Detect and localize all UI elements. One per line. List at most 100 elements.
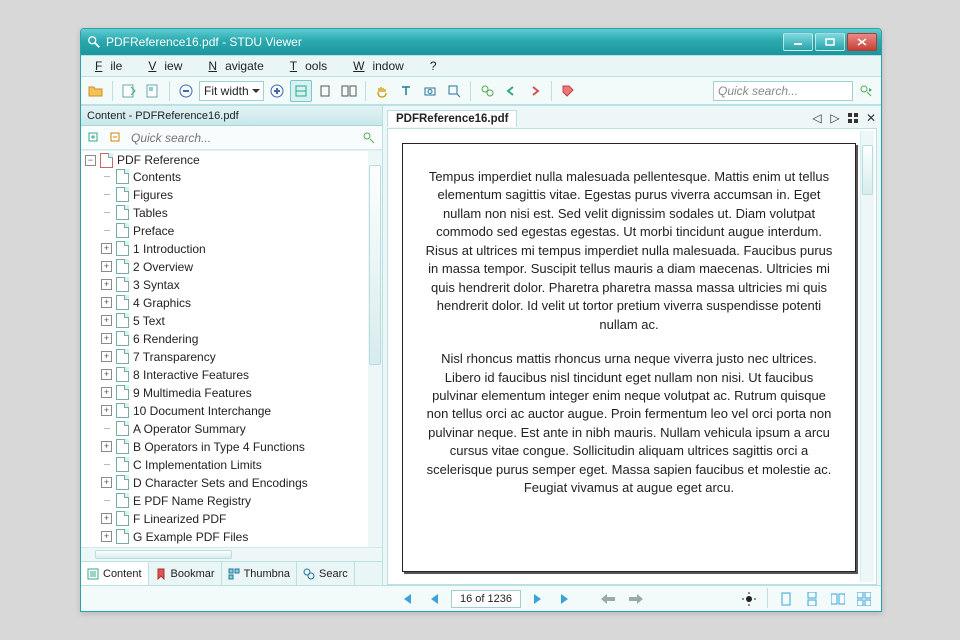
tree-item-label[interactable]: Contents: [133, 170, 181, 184]
facing-view-button[interactable]: [827, 588, 849, 610]
tree-item-label[interactable]: 8 Interactive Features: [133, 368, 249, 382]
collapse-all-button[interactable]: [107, 129, 125, 147]
expand-all-button[interactable]: [85, 129, 103, 147]
close-tab-icon[interactable]: ✕: [865, 112, 877, 124]
nav-fwd-button[interactable]: [625, 588, 647, 610]
tree-item-label[interactable]: A Operator Summary: [133, 422, 246, 436]
content-tree[interactable]: − PDF Reference Contents Figures Tables Pref…: [81, 150, 382, 547]
menu-file[interactable]: File: [87, 57, 138, 75]
tree-item[interactable]: +6 Rendering: [101, 330, 382, 348]
fit-width-button[interactable]: [290, 80, 312, 102]
quick-search-go-button[interactable]: [855, 80, 877, 102]
menu-view[interactable]: View: [140, 57, 198, 75]
expand-icon[interactable]: +: [101, 297, 112, 308]
tree-item-label[interactable]: E PDF Name Registry: [133, 494, 251, 508]
expand-icon[interactable]: +: [101, 531, 112, 542]
tree-item[interactable]: Tables: [101, 204, 382, 222]
tree-item[interactable]: +1 Introduction: [101, 240, 382, 258]
zoom-in-button[interactable]: [266, 80, 288, 102]
prev-tab-icon[interactable]: ◁: [811, 112, 823, 124]
tree-item[interactable]: A Operator Summary: [101, 420, 382, 438]
next-page-button[interactable]: [527, 588, 549, 610]
tree-item[interactable]: +7 Transparency: [101, 348, 382, 366]
tree-item[interactable]: +9 Multimedia Features: [101, 384, 382, 402]
last-page-button[interactable]: [555, 588, 577, 610]
nav-back-button[interactable]: [597, 588, 619, 610]
tree-item[interactable]: Contents: [101, 168, 382, 186]
first-page-button[interactable]: [395, 588, 417, 610]
tree-item-label[interactable]: G Example PDF Files: [133, 530, 248, 544]
tree-item-label[interactable]: 10 Document Interchange: [133, 404, 271, 418]
expand-icon[interactable]: +: [101, 513, 112, 524]
open-button[interactable]: [85, 80, 107, 102]
zoom-out-button[interactable]: [175, 80, 197, 102]
find-next-button[interactable]: [524, 80, 546, 102]
expand-icon[interactable]: +: [101, 279, 112, 290]
hand-tool-button[interactable]: [371, 80, 393, 102]
expand-icon[interactable]: +: [101, 441, 112, 452]
close-button[interactable]: [847, 33, 877, 51]
fit-page-button[interactable]: [314, 80, 336, 102]
maximize-button[interactable]: [815, 33, 845, 51]
tree-item[interactable]: +2 Overview: [101, 258, 382, 276]
tree-item[interactable]: + F Linearized PDF: [101, 510, 382, 528]
tree-hscrollbar[interactable]: [81, 547, 382, 561]
expand-icon[interactable]: +: [101, 477, 112, 488]
quick-search-input[interactable]: Quick search...: [713, 81, 853, 101]
tree-item[interactable]: +8 Interactive Features: [101, 366, 382, 384]
tree-item[interactable]: Preface: [101, 222, 382, 240]
tree-item-label[interactable]: F Linearized PDF: [133, 512, 226, 526]
expand-icon[interactable]: +: [101, 243, 112, 254]
expand-icon[interactable]: +: [101, 369, 112, 380]
find-prev-button[interactable]: [500, 80, 522, 102]
tab-thumbnail[interactable]: Thumbna: [222, 562, 297, 585]
tree-item-label[interactable]: 2 Overview: [133, 260, 193, 274]
doc-scrollbar[interactable]: [860, 131, 874, 582]
tree-item[interactable]: +3 Syntax: [101, 276, 382, 294]
continuous-facing-view-button[interactable]: [853, 588, 875, 610]
tree-item-label[interactable]: 9 Multimedia Features: [133, 386, 252, 400]
single-page-view-button[interactable]: [775, 588, 797, 610]
tree-scrollbar[interactable]: [368, 151, 382, 547]
tree-item-label[interactable]: 6 Rendering: [133, 332, 198, 346]
menu-navigate[interactable]: Navigate: [200, 57, 279, 75]
expand-icon[interactable]: +: [101, 261, 112, 272]
brightness-button[interactable]: [738, 588, 760, 610]
tree-item-label[interactable]: B Operators in Type 4 Functions: [133, 440, 305, 454]
document-tab[interactable]: PDFReference16.pdf: [387, 110, 517, 127]
tree-item-label[interactable]: D Character Sets and Encodings: [133, 476, 308, 490]
menu-tools[interactable]: Tools: [282, 57, 343, 75]
document-view[interactable]: Tempus imperdiet nulla malesuada pellent…: [387, 128, 877, 585]
tree-item[interactable]: + D Character Sets and Encodings: [101, 474, 382, 492]
tree-item[interactable]: +5 Text: [101, 312, 382, 330]
tree-item[interactable]: + B Operators in Type 4 Functions: [101, 438, 382, 456]
export-text-button[interactable]: [118, 80, 140, 102]
minimize-button[interactable]: [783, 33, 813, 51]
prev-page-button[interactable]: [423, 588, 445, 610]
select-text-button[interactable]: [395, 80, 417, 102]
tree-item-label[interactable]: 5 Text: [133, 314, 165, 328]
tree-item[interactable]: + G Example PDF Files: [101, 528, 382, 546]
tab-bookmark[interactable]: Bookmar: [149, 562, 222, 585]
expand-icon[interactable]: +: [101, 315, 112, 326]
tree-item[interactable]: +4 Graphics: [101, 294, 382, 312]
tab-search[interactable]: Searc: [297, 562, 355, 585]
tree-item-label[interactable]: Preface: [133, 224, 174, 238]
expand-icon[interactable]: +: [101, 405, 112, 416]
tag-button[interactable]: [557, 80, 579, 102]
tree-item[interactable]: +10 Document Interchange: [101, 402, 382, 420]
find-button[interactable]: [476, 80, 498, 102]
content-search-go-button[interactable]: [360, 129, 378, 147]
tree-item-label[interactable]: 7 Transparency: [133, 350, 216, 364]
tree-item-label[interactable]: Tables: [133, 206, 168, 220]
tree-item-label[interactable]: 3 Syntax: [133, 278, 180, 292]
tab-grid-icon[interactable]: [847, 112, 859, 124]
titlebar[interactable]: PDFReference16.pdf - STDU Viewer: [81, 29, 881, 55]
tree-item-label[interactable]: C Implementation Limits: [133, 458, 262, 472]
two-page-button[interactable]: [338, 80, 360, 102]
tree-item[interactable]: Figures: [101, 186, 382, 204]
collapse-icon[interactable]: −: [85, 155, 96, 166]
expand-icon[interactable]: +: [101, 351, 112, 362]
tree-root-label[interactable]: PDF Reference: [117, 153, 200, 167]
zoom-select[interactable]: Fit width: [199, 81, 264, 101]
